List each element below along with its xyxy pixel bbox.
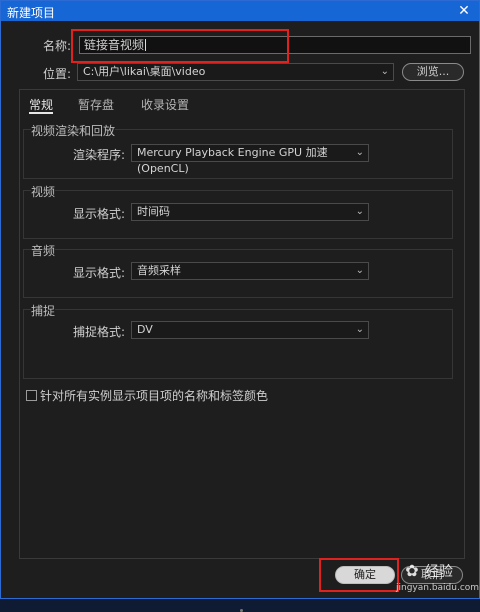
video-render-title: 视频渲染和回放 [31, 122, 116, 139]
chevron-down-icon: ⌄ [380, 66, 389, 77]
video-format-label: 显示格式: [73, 207, 126, 221]
window-title: 新建项目 [7, 6, 56, 20]
video-format-select[interactable]: 时间码 ⌄ [131, 203, 369, 221]
text-cursor [145, 39, 147, 51]
chevron-down-icon: ⌄ [355, 206, 364, 217]
show-labels-checkbox[interactable] [26, 390, 37, 401]
video-format-value: 时间码 [137, 205, 170, 218]
chevron-down-icon: ⌄ [355, 265, 364, 276]
audio-format-label: 显示格式: [73, 266, 126, 280]
capture-group [23, 309, 453, 379]
renderer-label: 渲染程序: [73, 148, 126, 162]
dialog-content: 名称: 链接音视频 位置: C:\用户\likai\桌面\video ⌄ 浏览.… [1, 21, 480, 612]
new-project-dialog: 新建项目 ✕ 名称: 链接音视频 位置: C:\用户\likai\桌面\vide… [0, 0, 480, 612]
chevron-down-icon: ⌄ [355, 324, 364, 335]
ok-button[interactable]: 确定 [335, 566, 395, 584]
location-select[interactable]: C:\用户\likai\桌面\video ⌄ [77, 63, 394, 81]
close-icon[interactable]: ✕ [449, 1, 479, 21]
chevron-down-icon: ⌄ [355, 147, 364, 158]
project-name-input[interactable]: 链接音视频 [79, 36, 471, 54]
capture-format-value: DV [137, 323, 153, 336]
title-bar[interactable]: 新建项目 ✕ [1, 1, 479, 21]
show-labels-label: 针对所有实例显示项目项的名称和标签颜色 [40, 389, 269, 403]
audio-title: 音频 [31, 242, 56, 259]
capture-format-label: 捕捉格式: [73, 325, 126, 339]
capture-format-select[interactable]: DV ⌄ [131, 321, 369, 339]
video-title: 视频 [31, 183, 56, 200]
baidu-paw-icon: ✿ [405, 561, 419, 580]
location-value: C:\用户\likai\桌面\video [83, 65, 206, 78]
location-label: 位置: [43, 67, 72, 81]
browse-button[interactable]: 浏览... [402, 63, 464, 81]
watermark-subtext: jingyan.baidu.com [396, 583, 480, 593]
tab-ingest-settings[interactable]: 收录设置 [141, 96, 189, 113]
project-name-value: 链接音视频 [84, 38, 145, 52]
renderer-select[interactable]: Mercury Playback Engine GPU 加速 (OpenCL) … [131, 144, 369, 175]
name-label: 名称: [43, 39, 72, 53]
tab-general[interactable]: 常规 [29, 96, 53, 113]
capture-title: 捕捉 [31, 302, 56, 319]
tab-scratch-disks[interactable]: 暂存盘 [78, 96, 114, 113]
audio-format-value: 音频采样 [137, 264, 181, 277]
audio-format-select[interactable]: 音频采样 ⌄ [131, 262, 369, 280]
active-tab-indicator [29, 112, 53, 114]
watermark-text: 经验 [425, 564, 453, 580]
